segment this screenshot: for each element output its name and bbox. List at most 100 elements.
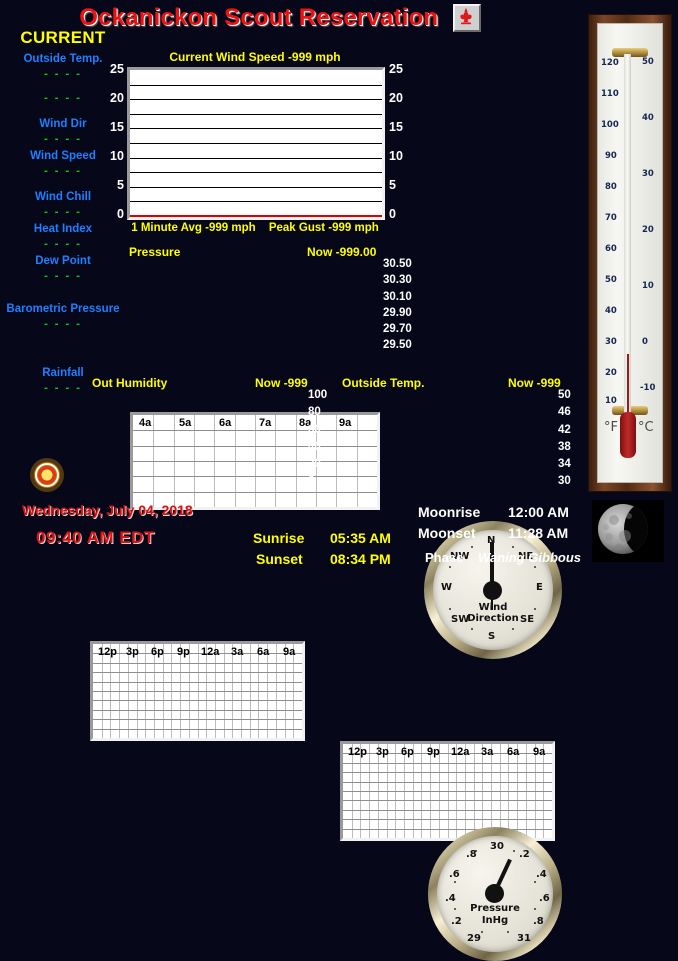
grid-line-horizontal bbox=[93, 700, 302, 702]
sidebar-value-wind-chill: - - - - bbox=[44, 206, 82, 218]
pressure-gauge: 30 .2 .4 .6 .8 31 29 .2 .4 .6 .8 Pressur… bbox=[428, 827, 562, 961]
wind-ytick-right-0: 0 bbox=[389, 207, 396, 221]
grid-line-horizontal bbox=[133, 445, 377, 447]
thermometer-bulb bbox=[620, 412, 636, 458]
compass-label-e: E bbox=[536, 582, 543, 593]
sunrise-label: Sunrise bbox=[253, 530, 305, 546]
thermo-f-20: 20 bbox=[605, 368, 617, 378]
humidity-ytick-5: 0 bbox=[308, 475, 315, 488]
outside-temp-xtick-1: 3p bbox=[376, 746, 389, 758]
moon-waning-gibbous-icon bbox=[592, 500, 664, 562]
grid-line-horizontal bbox=[93, 691, 302, 692]
sunset-label: Sunset bbox=[256, 551, 303, 567]
thermo-c-neg10: -10 bbox=[640, 383, 656, 393]
grid-line-horizontal bbox=[93, 709, 302, 711]
humidity-xtick-7: 9a bbox=[283, 646, 296, 658]
sunset-value: 08:34 PM bbox=[330, 551, 391, 567]
humidity-xtick-2: 6p bbox=[151, 646, 164, 658]
thermometer-unit-c: °C bbox=[638, 420, 654, 435]
grid-line-horizontal bbox=[343, 828, 552, 830]
sidebar-value-barometric-pressure: - - - - bbox=[44, 318, 82, 330]
scout-fleur-de-lis-icon[interactable] bbox=[452, 4, 481, 32]
grid-line-horizontal bbox=[343, 781, 552, 783]
grid-line-horizontal bbox=[133, 461, 377, 462]
wind-speed-plot bbox=[127, 67, 385, 220]
pressure-ytick-2: 30.10 bbox=[383, 290, 412, 303]
sidebar-label-dew-point: Dew Point bbox=[35, 255, 91, 267]
compass-label-w: W bbox=[441, 582, 453, 593]
pressure-xtick-2: 6a bbox=[219, 417, 232, 429]
pressure-ytick-1: 30.30 bbox=[383, 274, 412, 287]
humidity-plot: 12p 3p 6p 9p 12a 3a 6a 9a bbox=[90, 641, 305, 741]
thermometer-mercury bbox=[626, 354, 629, 416]
pressure-gauge-hub bbox=[485, 884, 504, 903]
sidebar-value-dew-point: - - - - bbox=[44, 270, 82, 282]
current-date: Wednesday, July 04, 2018 bbox=[22, 502, 193, 518]
wind-gauge-caption-line2: Direction bbox=[467, 613, 519, 624]
grid-line-horizontal bbox=[133, 491, 377, 493]
wind-ytick-left-15: 15 bbox=[110, 120, 124, 134]
wind-ytick-left-10: 10 bbox=[110, 149, 124, 163]
sidebar-value-secondary-temp: - - - - bbox=[44, 92, 82, 104]
outside-temp-ytick-0: 50 bbox=[558, 389, 571, 401]
pressure-ytick-4: 29.70 bbox=[383, 323, 412, 336]
pressure-ytick-3: 29.90 bbox=[383, 306, 412, 319]
outside-temp-ytick-5: 30 bbox=[558, 475, 571, 488]
moonset-value: 11:28 AM bbox=[508, 525, 569, 541]
humidity-xtick-0: 12p bbox=[98, 646, 117, 658]
wind-ytick-left-0: 0 bbox=[117, 207, 124, 221]
humidity-xtick-1: 3p bbox=[126, 646, 139, 658]
wind-ytick-left-5: 5 bbox=[117, 178, 124, 192]
thermometer-plate: °F °C 120 110 100 90 80 70 60 50 40 30 2… bbox=[597, 23, 663, 483]
thermo-c-10: 10 bbox=[642, 281, 654, 291]
page-title: Ockanickon Scout Reservation bbox=[79, 4, 439, 31]
thermo-f-40: 40 bbox=[605, 306, 617, 316]
wind-ytick-right-10: 10 bbox=[389, 149, 403, 163]
grid-line-horizontal bbox=[93, 662, 302, 664]
outside-temp-plot: 12p 3p 6p 9p 12a 3a 6a 9a bbox=[340, 741, 555, 841]
wind-speed-trace bbox=[130, 215, 382, 217]
grid-line-horizontal bbox=[93, 719, 302, 721]
grid-line-horizontal bbox=[343, 809, 552, 811]
pressure-label-30: 30 bbox=[490, 841, 504, 852]
humidity-chart-title: Out Humidity bbox=[92, 376, 168, 390]
outside-temp-xtick-0: 12p bbox=[348, 746, 367, 758]
outside-temp-xtick-7: 9a bbox=[533, 746, 546, 758]
pressure-ytick-0: 30.50 bbox=[383, 258, 412, 270]
moonrise-value: 12:00 AM bbox=[508, 504, 569, 520]
thermo-f-110: 110 bbox=[601, 89, 619, 99]
outside-temp-xtick-4: 12a bbox=[451, 746, 470, 758]
wind-ytick-left-20: 20 bbox=[110, 91, 124, 105]
thermo-f-30: 30 bbox=[605, 337, 617, 347]
sidebar-label-barometric-pressure: Barometric Pressure bbox=[6, 303, 120, 315]
sunrise-value: 05:35 AM bbox=[330, 530, 391, 546]
wind-direction-gauge: N NE E SE S SW W NW Wind Direction bbox=[424, 521, 562, 659]
pressure-label-p4: .4 bbox=[536, 869, 547, 880]
pressure-label-m6: .6 bbox=[449, 869, 460, 880]
outside-temp-ytick-2: 42 bbox=[558, 423, 571, 436]
sidebar-label-wind-chill: Wind Chill bbox=[34, 191, 92, 203]
humidity-ytick-3: 40 bbox=[308, 440, 321, 453]
outside-temp-ytick-1: 46 bbox=[558, 406, 571, 419]
thermo-f-60: 60 bbox=[605, 244, 617, 254]
thermo-c-40: 40 bbox=[642, 113, 654, 123]
sidebar-value-outside-temp: - - - - bbox=[44, 68, 82, 80]
grid-line-horizontal bbox=[93, 672, 302, 674]
grid-line-horizontal bbox=[343, 819, 552, 821]
grid-line-horizontal bbox=[343, 772, 552, 774]
thermo-f-90: 90 bbox=[605, 151, 617, 161]
thermo-f-10: 10 bbox=[605, 396, 617, 406]
outside-temp-ytick-4: 34 bbox=[558, 458, 571, 471]
outside-temp-now-value: Now -999 bbox=[508, 376, 561, 390]
current-time: 09:40 AM EDT bbox=[36, 528, 155, 547]
wind-speed-footer: 1 Minute Avg -999 mph Peak Gust -999 mph bbox=[110, 222, 400, 234]
thermo-c-0: 0 bbox=[642, 337, 648, 347]
outside-temp-xtick-2: 6p bbox=[401, 746, 414, 758]
pressure-gauge-caption-line2: InHg bbox=[481, 915, 509, 926]
sidebar-value-heat-index: - - - - bbox=[44, 238, 82, 250]
wind-speed-chart-title: Current Wind Speed -999 mph bbox=[169, 50, 341, 64]
sidebar-label-outside-temp: Outside Temp. bbox=[23, 53, 103, 65]
grid-line-horizontal bbox=[93, 728, 302, 730]
pressure-label-29: 29 bbox=[467, 933, 481, 944]
pressure-chart-title: Pressure bbox=[129, 245, 181, 259]
